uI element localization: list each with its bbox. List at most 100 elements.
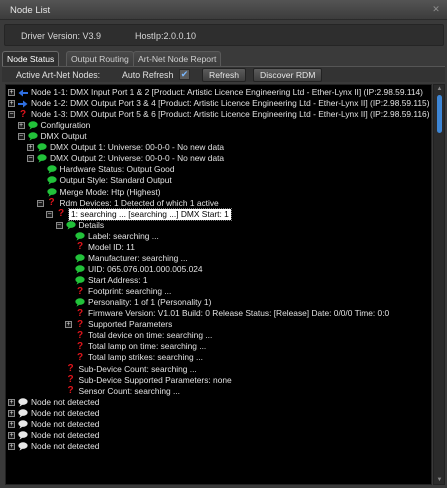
refresh-button[interactable]: Refresh bbox=[202, 68, 247, 82]
expand-icon[interactable]: + bbox=[8, 398, 15, 406]
arrow-right-icon bbox=[18, 99, 28, 109]
question-icon: ? bbox=[67, 363, 74, 374]
tab-art-net-node-report[interactable]: Art-Net Node Report bbox=[133, 51, 222, 66]
tree-row[interactable]: −? Rdm Devices: 1 Detected of which 1 act… bbox=[36, 197, 219, 209]
tree-row[interactable]: + Node 1-2: DMX Output Port 3 & 4 [Produc… bbox=[8, 98, 429, 109]
expand-icon[interactable]: + bbox=[8, 431, 15, 439]
collapse-icon[interactable]: − bbox=[17, 133, 25, 141]
tree-row[interactable]: − DMX Output 2: Universe: 00-0-0 - No new… bbox=[27, 153, 224, 164]
expand-icon[interactable]: + bbox=[8, 442, 15, 450]
tree-row-label: DMX Output 1: Universe: 00-0-0 - No new … bbox=[50, 142, 225, 153]
tree-row[interactable]: + Node not detected bbox=[8, 397, 99, 408]
tree-row-label: Node 1-2: DMX Output Port 3 & 4 [Product… bbox=[31, 98, 430, 109]
tree-row[interactable]: ? Sensor Count: searching ... bbox=[56, 386, 180, 397]
tree-row-label: Model ID: 11 bbox=[88, 241, 135, 252]
expand-icon[interactable]: + bbox=[27, 144, 34, 152]
tree-row-label: 1: searching ... [searching ...] DMX Sta… bbox=[68, 207, 232, 221]
green-bubble-icon bbox=[65, 220, 76, 230]
tree-row-label: Personality: 1 of 1 (Personality 1) bbox=[88, 297, 212, 308]
tree-row[interactable]: + Node 1-1: DMX Input Port 1 & 2 [Product… bbox=[8, 87, 423, 98]
tree-row[interactable]: ? Total lamp on time: searching ... bbox=[65, 341, 206, 352]
tree-row[interactable]: −? 1: searching ... [searching ...] DMX S… bbox=[46, 207, 232, 221]
tree-row[interactable]: ? Footprint: searching ... bbox=[65, 286, 171, 297]
expand-icon[interactable]: + bbox=[8, 420, 15, 428]
tree-row-label: Hardware Status: Output Good bbox=[59, 164, 175, 175]
green-bubble-icon bbox=[46, 176, 57, 186]
white-bubble-icon bbox=[18, 419, 28, 429]
driver-version-label: Driver Version: V3.9 bbox=[21, 31, 102, 41]
tree-row[interactable]: + Node not detected bbox=[8, 430, 99, 441]
tree-row[interactable]: ? Model ID: 11 bbox=[65, 242, 135, 253]
tree-row[interactable]: −? Node 1-3: DMX Output Port 5 & 6 [Produ… bbox=[8, 109, 429, 120]
scroll-thumb[interactable] bbox=[437, 95, 442, 133]
white-bubble-icon bbox=[18, 408, 28, 418]
tree-row[interactable]: + Node not detected bbox=[8, 408, 99, 419]
collapse-icon[interactable]: − bbox=[36, 199, 44, 207]
collapse-icon[interactable]: − bbox=[55, 221, 63, 229]
tree-row-label: Total lamp strikes: searching ... bbox=[88, 352, 203, 363]
tree-row[interactable]: + DMX Output 1: Universe: 00-0-0 - No new… bbox=[27, 142, 224, 153]
green-bubble-icon bbox=[75, 264, 85, 274]
active-nodes-label: Active Art-Net Nodes: bbox=[16, 70, 101, 80]
node-tree[interactable]: + Node 1-1: DMX Input Port 1 & 2 [Product… bbox=[5, 84, 432, 485]
tree-row[interactable]: − DMX Output bbox=[17, 131, 87, 142]
close-icon[interactable]: ✕ bbox=[430, 3, 442, 15]
tab-output-routing[interactable]: Output Routing bbox=[66, 51, 134, 66]
green-bubble-icon bbox=[27, 132, 38, 142]
tree-row[interactable]: + Node not detected bbox=[8, 419, 99, 430]
tree-row-label: Sub-Device Count: searching ... bbox=[78, 363, 197, 374]
tree-row-label: Firmware Version: V1.01 Build: 0 Release… bbox=[88, 308, 390, 319]
tree-row-label: Manufacturer: searching ... bbox=[88, 252, 188, 263]
tree-row-label: Total lamp on time: searching ... bbox=[88, 341, 207, 352]
tree-row-label: Rdm Devices: 1 Detected of which 1 activ… bbox=[59, 197, 219, 208]
tree-row[interactable]: Personality: 1 of 1 (Personality 1) bbox=[65, 297, 211, 308]
tree-row[interactable]: Label: searching ... bbox=[65, 231, 159, 242]
white-bubble-icon bbox=[18, 397, 28, 407]
auto-refresh-checkbox[interactable]: ✔ bbox=[179, 69, 190, 80]
expand-icon[interactable]: + bbox=[8, 89, 15, 96]
tree-row[interactable]: − Details bbox=[55, 220, 104, 231]
tree-row-label: Label: searching ... bbox=[88, 230, 159, 241]
scroll-down-icon[interactable]: ▼ bbox=[435, 476, 444, 484]
expand-icon[interactable]: + bbox=[8, 409, 15, 417]
collapse-icon[interactable]: − bbox=[8, 111, 15, 119]
question-icon: ? bbox=[76, 340, 84, 352]
question-icon: ? bbox=[76, 285, 84, 297]
vertical-scrollbar[interactable]: ▲ ▼ bbox=[433, 84, 445, 485]
tree-row[interactable]: + Configuration bbox=[17, 120, 90, 131]
white-bubble-icon bbox=[18, 430, 28, 440]
collapse-icon[interactable]: − bbox=[27, 155, 34, 163]
green-bubble-icon bbox=[75, 253, 85, 263]
tree-row[interactable]: Start Address: 1 bbox=[65, 275, 148, 286]
tree-row[interactable]: + Node not detected bbox=[8, 441, 99, 452]
tree-row[interactable]: Hardware Status: Output Good bbox=[37, 164, 175, 175]
tree-row[interactable]: ? Sub-Device Count: searching ... bbox=[56, 363, 197, 375]
question-icon: ? bbox=[76, 318, 84, 330]
expand-icon[interactable]: + bbox=[17, 122, 25, 130]
tree-row[interactable]: Output Style: Standard Output bbox=[37, 175, 172, 186]
tree-row[interactable]: UID: 065.076.001.000.005.024 bbox=[65, 264, 203, 275]
tree-row[interactable]: ? Sub-Device Supported Parameters: none bbox=[56, 375, 231, 386]
tree-row[interactable]: ? Total lamp strikes: searching ... bbox=[65, 352, 203, 363]
green-bubble-icon bbox=[75, 298, 85, 308]
expand-icon[interactable]: + bbox=[65, 321, 72, 329]
scroll-up-icon[interactable]: ▲ bbox=[435, 85, 444, 93]
tab-node-status[interactable]: Node Status bbox=[2, 51, 60, 67]
expand-icon[interactable]: + bbox=[8, 100, 15, 108]
question-icon: ? bbox=[57, 208, 65, 220]
tree-row[interactable]: Merge Mode: Htp (Highest) bbox=[37, 187, 161, 198]
collapse-icon[interactable]: − bbox=[46, 210, 53, 218]
tree-row[interactable]: +? Supported Parameters bbox=[65, 319, 172, 330]
tree-row-label: Node 1-1: DMX Input Port 1 & 2 [Product:… bbox=[31, 87, 423, 97]
tree-row-label: Total device on time: searching ... bbox=[88, 330, 213, 341]
question-icon: ? bbox=[19, 108, 27, 120]
tree-row[interactable]: ? Total device on time: searching ... bbox=[65, 330, 212, 341]
discover-rdm-button[interactable]: Discover RDM bbox=[253, 68, 323, 82]
question-icon: ? bbox=[76, 351, 84, 363]
tree-row-label: UID: 065.076.001.000.005.024 bbox=[88, 263, 203, 274]
tree-row[interactable]: Manufacturer: searching ... bbox=[65, 253, 188, 264]
window-title: Node List bbox=[10, 5, 51, 16]
tree-row-label: Node not detected bbox=[31, 418, 100, 429]
tree-row-label: Merge Mode: Htp (Highest) bbox=[59, 186, 161, 197]
tree-row[interactable]: ? Firmware Version: V1.01 Build: 0 Releas… bbox=[65, 308, 389, 319]
